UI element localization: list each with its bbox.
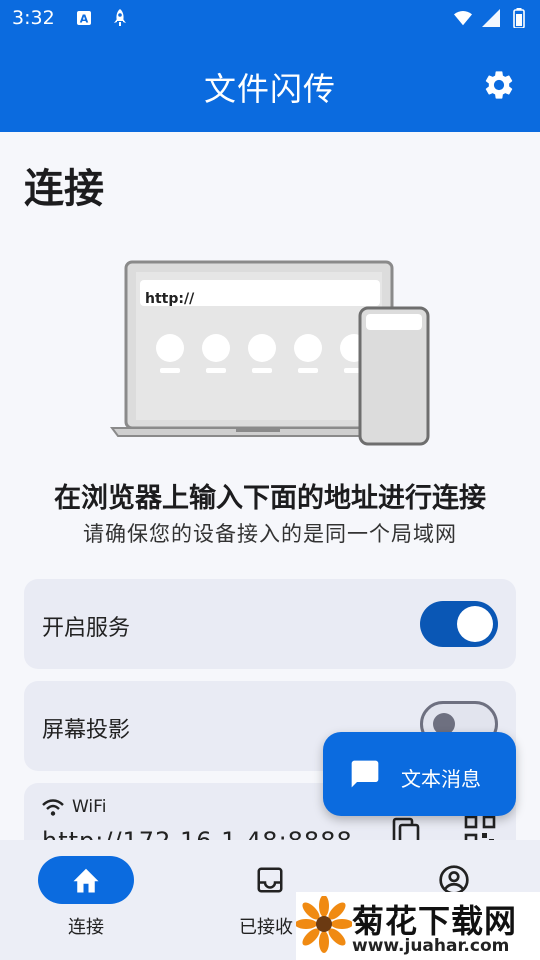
connect-headline: 在浏览器上输入下面的地址进行连接: [54, 483, 486, 514]
app-bar: 文件闪传: [0, 36, 540, 132]
screen-cast-label: 屏幕投影: [42, 718, 131, 743]
wifi-icon: [42, 799, 64, 821]
text-message-fab[interactable]: 文本消息: [323, 732, 516, 816]
qr-code-icon[interactable]: [464, 815, 496, 840]
translate-icon: A: [75, 9, 93, 27]
status-time: 3:32: [12, 7, 55, 29]
copy-icon[interactable]: [390, 817, 422, 840]
server-address[interactable]: http://172.16.1.48:8888: [42, 827, 353, 840]
service-card: 开启服务: [24, 579, 516, 669]
service-toggle[interactable]: [420, 601, 498, 647]
battery-icon: [510, 8, 528, 28]
nav-label-connect: 连接: [68, 917, 104, 938]
network-name: WiFi: [72, 797, 107, 817]
gear-icon[interactable]: [482, 68, 516, 102]
illustration-url-text: http://: [145, 291, 195, 307]
rocket-icon: [111, 9, 129, 27]
connect-subline: 请确保您的设备接入的是同一个局域网: [83, 522, 457, 546]
page-title: 连接: [24, 166, 104, 212]
toggle-knob: [457, 606, 493, 642]
flower-logo-icon: [295, 895, 353, 960]
status-system-icons: [454, 8, 528, 28]
svg-text:A: A: [79, 13, 88, 26]
laptop-phone-illustration: http://: [108, 256, 438, 456]
nav-item-connect[interactable]: 连接: [0, 840, 180, 960]
status-notification-icons: A: [75, 9, 129, 27]
app-title: 文件闪传: [203, 70, 336, 108]
message-icon: [349, 758, 381, 794]
service-label: 开启服务: [42, 616, 131, 641]
watermark: 菊花下载网 www.juahar.com: [295, 892, 540, 960]
inbox-icon: [255, 865, 285, 899]
wifi-icon: [454, 9, 472, 27]
fab-label: 文本消息: [401, 767, 481, 791]
signal-icon: [482, 9, 500, 27]
status-bar: 3:32 A: [0, 0, 540, 36]
watermark-url: www.juahar.com: [352, 936, 510, 956]
home-icon: [71, 866, 101, 898]
